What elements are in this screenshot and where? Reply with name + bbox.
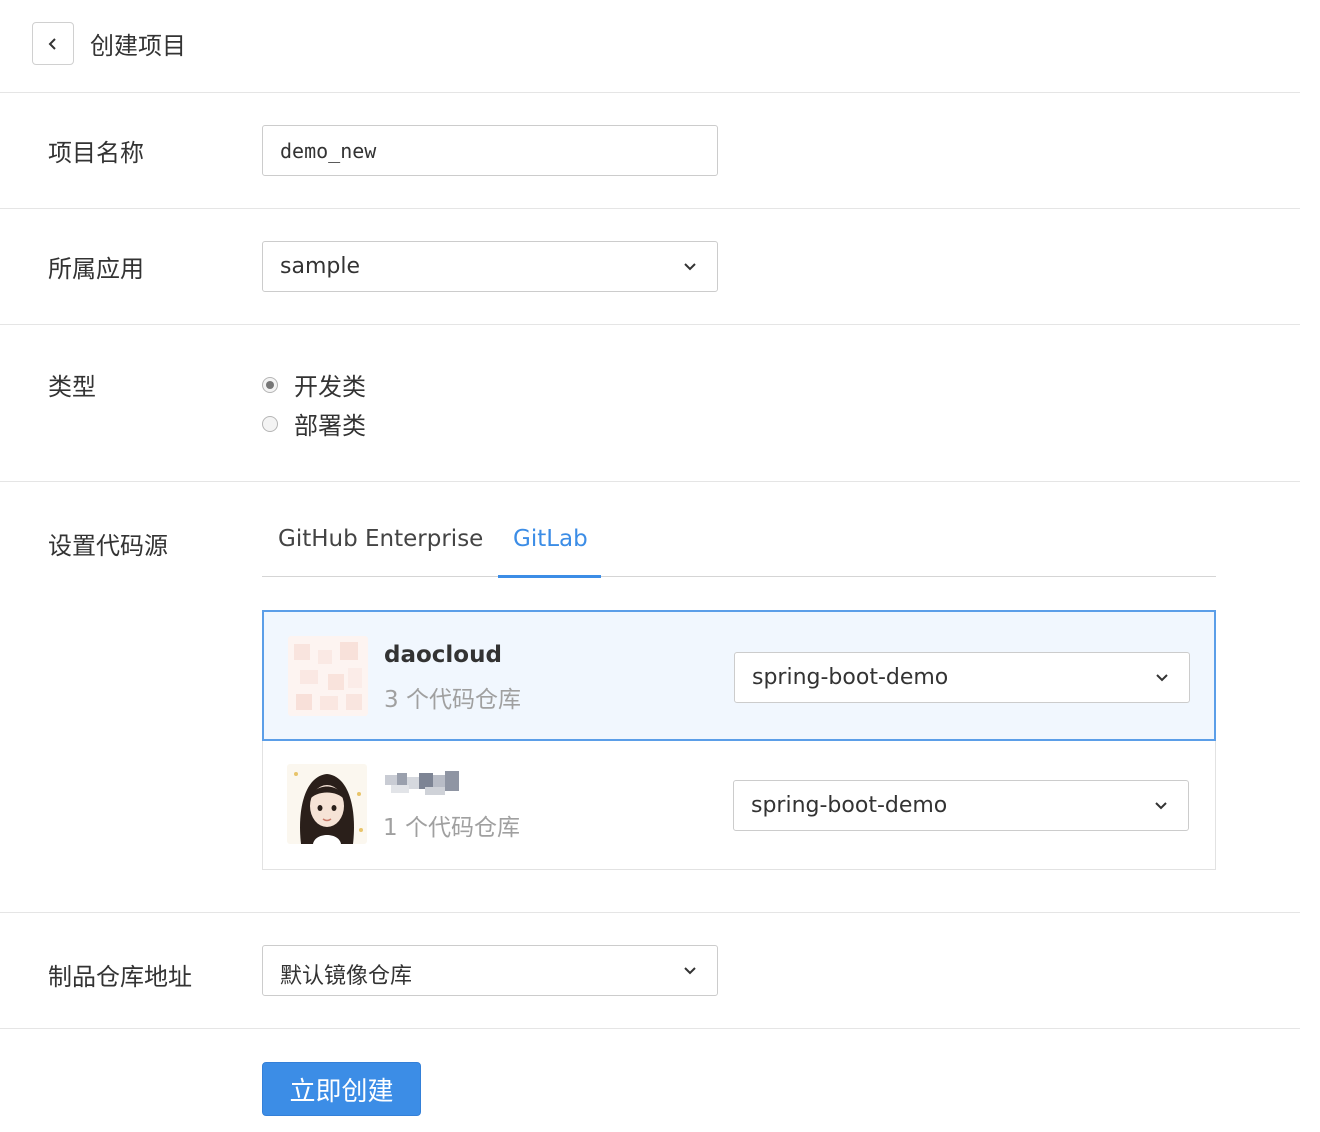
project-name-row: 项目名称 (0, 93, 1300, 209)
chevron-down-icon (684, 263, 696, 271)
page-title: 创建项目 (90, 32, 186, 60)
project-name-input[interactable] (262, 125, 718, 176)
tab-divider (262, 576, 1216, 577)
application-select[interactable]: sample (262, 241, 718, 292)
repo-select-value: spring-boot-demo (751, 793, 948, 818)
repo-select-value: spring-boot-demo (752, 665, 949, 690)
application-select-value: sample (280, 254, 360, 279)
application-row: 所属应用 sample (0, 209, 1300, 325)
radio-dot-checked[interactable] (262, 376, 278, 393)
radio-deployment[interactable]: 部署类 (262, 406, 366, 441)
radio-development[interactable]: 开发类 (262, 367, 366, 402)
chevron-down-icon (1155, 802, 1167, 810)
org-repo-count: 3 个代码仓库 (384, 687, 521, 713)
chevron-down-icon (684, 967, 696, 975)
org-item-daocloud[interactable]: daocloud 3 个代码仓库 spring-boot-demo (262, 610, 1216, 741)
page-header: 创建项目 (0, 0, 1300, 93)
tab-active-indicator (498, 575, 601, 578)
radio-dot[interactable] (262, 415, 278, 432)
repo-select[interactable]: spring-boot-demo (733, 780, 1189, 831)
tab-github-enterprise[interactable]: GitHub Enterprise (278, 526, 483, 552)
chevron-down-icon (1156, 674, 1168, 682)
org-name: daocloud (384, 642, 502, 668)
repo-select[interactable]: spring-boot-demo (734, 652, 1190, 703)
org-item-user[interactable]: 1 个代码仓库 spring-boot-demo (263, 740, 1215, 869)
artifact-repo-row: 制品仓库地址 默认镜像仓库 (0, 913, 1300, 1029)
chevron-left-icon (48, 37, 56, 50)
user-avatar (287, 764, 367, 844)
artifact-repo-label: 制品仓库地址 (48, 963, 192, 991)
org-repo-count: 1 个代码仓库 (383, 815, 520, 841)
artifact-repo-select-value: 默认镜像仓库 (280, 964, 413, 989)
org-repo-list: daocloud 3 个代码仓库 spring-boot-demo 1 个代码仓… (262, 610, 1216, 870)
application-label: 所属应用 (48, 255, 144, 283)
project-name-label: 项目名称 (48, 139, 144, 167)
tab-gitlab[interactable]: GitLab (513, 526, 588, 552)
type-label: 类型 (48, 373, 96, 401)
radio-deployment-label: 部署类 (294, 412, 366, 440)
back-button[interactable] (32, 22, 74, 65)
org-avatar (288, 636, 368, 716)
type-row: 类型 开发类 部署类 (0, 325, 1300, 482)
blurred-username (385, 771, 459, 797)
create-now-button[interactable]: 立即创建 (262, 1062, 421, 1116)
code-source-label: 设置代码源 (48, 532, 168, 560)
artifact-repo-select[interactable]: 默认镜像仓库 (262, 945, 718, 996)
radio-development-label: 开发类 (294, 373, 366, 401)
